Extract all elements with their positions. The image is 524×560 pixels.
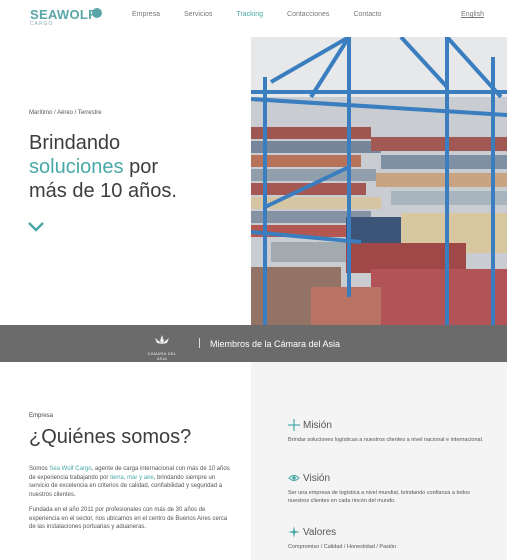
crosshair-icon bbox=[288, 419, 300, 431]
globe-icon bbox=[92, 8, 102, 18]
nav-tracking[interactable]: Tracking bbox=[236, 11, 263, 18]
hero-breadcrumb: Marítimo / Aéreo / Terrestre bbox=[29, 110, 102, 116]
logo-text: SEAWOLF bbox=[30, 7, 97, 22]
feature-vision-label: Visión bbox=[303, 472, 331, 484]
feature-valores-title: Valores bbox=[288, 526, 488, 538]
lotus-icon bbox=[155, 335, 169, 344]
hero-title-part1: Brindando bbox=[29, 132, 121, 154]
about-paragraph-2: Fundada en el año 2011 por profesionales… bbox=[29, 507, 228, 530]
hero-image bbox=[251, 37, 507, 325]
sparkle-icon bbox=[288, 526, 300, 538]
membership-band: CÁMARA DEL ASIA Miembros de la Cámara de… bbox=[0, 325, 507, 362]
feature-vision-title: Visión bbox=[288, 472, 488, 484]
nav-contacciones[interactable]: Contacciones bbox=[287, 11, 329, 18]
about-p1-text-a: Somos bbox=[29, 466, 50, 472]
camara-logo-text: CÁMARA DEL ASIA bbox=[147, 351, 177, 361]
hero-title: Brindando soluciones por más de 10 años. bbox=[29, 131, 249, 203]
feature-mision: Misión Brindar soluciones logísticas a n… bbox=[288, 419, 488, 444]
transport-modes: tierra, mar y aire bbox=[110, 474, 154, 481]
divider bbox=[199, 338, 200, 348]
about-title: ¿Quiénes somos? bbox=[29, 426, 192, 448]
feature-mision-text: Brindar soluciones logísticas a nuestros… bbox=[288, 437, 484, 443]
hero-title-part2: por bbox=[129, 156, 158, 178]
logo[interactable]: SEAWOLF CARGO bbox=[30, 7, 102, 27]
feature-valores: Valores Compromiso / Calidad / Honestida… bbox=[288, 526, 488, 551]
about-paragraph-1: Somos Sea Wolf Cargo, agente de carga in… bbox=[29, 465, 234, 499]
feature-vision-text: Ser una empresa de logística a nivel mun… bbox=[288, 490, 470, 504]
nav-servicios[interactable]: Servicios bbox=[184, 11, 212, 18]
hero-title-accent: soluciones bbox=[29, 156, 124, 178]
feature-mision-label: Misión bbox=[303, 419, 332, 431]
site-header: SEAWOLF CARGO Empresa Servicios Tracking… bbox=[0, 0, 524, 34]
chevron-down-icon[interactable] bbox=[28, 222, 44, 232]
nav-empresa[interactable]: Empresa bbox=[132, 11, 160, 18]
company-name: Sea Wolf Cargo bbox=[49, 466, 92, 472]
feature-vision: Visión Ser una empresa de logística a ni… bbox=[288, 472, 488, 505]
nav-contacto[interactable]: Contacto bbox=[353, 11, 381, 18]
hero-title-part3: más de 10 años. bbox=[29, 180, 177, 202]
eye-icon bbox=[288, 475, 300, 481]
hero-text: Marítimo / Aéreo / Terrestre Brindando s… bbox=[29, 110, 249, 203]
main-nav: Empresa Servicios Tracking Contacciones … bbox=[132, 11, 405, 18]
language-switch[interactable]: English bbox=[461, 11, 484, 18]
section-label: Empresa bbox=[29, 413, 54, 419]
camara-logo: CÁMARA DEL ASIA bbox=[146, 332, 178, 361]
feature-mision-title: Misión bbox=[288, 419, 488, 431]
about-section: Empresa ¿Quiénes somos? Somos Sea Wolf C… bbox=[29, 413, 234, 539]
feature-valores-label: Valores bbox=[303, 526, 337, 538]
membership-text: Miembros de la Cámara del Asia bbox=[210, 339, 341, 349]
feature-valores-text: Compromiso / Calidad / Honestidad / Pasi… bbox=[288, 544, 397, 550]
